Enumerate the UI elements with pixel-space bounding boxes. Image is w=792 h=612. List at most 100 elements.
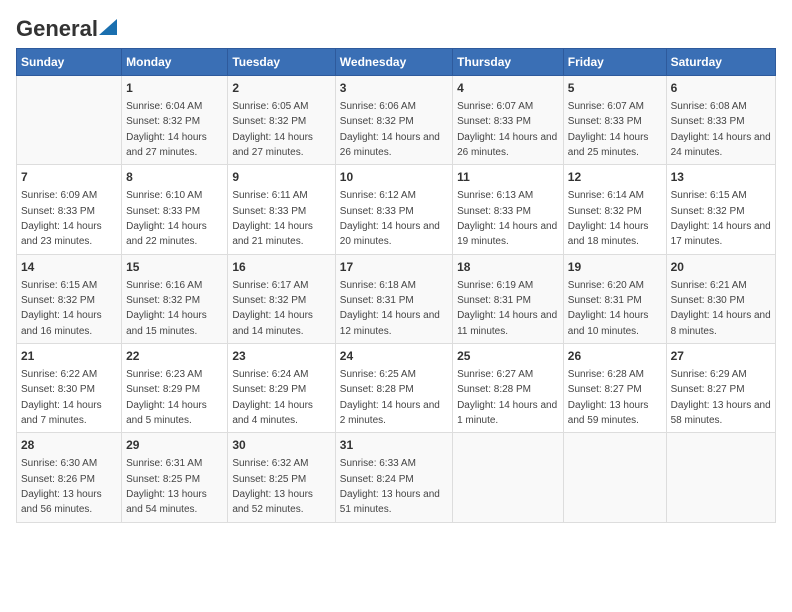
day-number: 17 [340,259,448,276]
calendar-cell: 18Sunrise: 6:19 AMSunset: 8:31 PMDayligh… [453,254,564,343]
calendar-cell: 5Sunrise: 6:07 AMSunset: 8:33 PMDaylight… [563,76,666,165]
calendar-cell: 8 Sunrise: 6:10 AMSunset: 8:33 PMDaylight… [122,165,228,254]
day-number: 9 [232,169,330,186]
calendar-cell: 14 Sunrise: 6:15 AMSunset: 8:32 PMDayligh… [17,254,122,343]
cell-info: Sunrise: 6:08 AMSunset: 8:33 PMDaylight:… [671,101,771,158]
cell-info: Sunrise: 6:17 AMSunset: 8:32 PMDaylight:… [232,280,313,337]
calendar-cell: 10 Sunrise: 6:12 AMSunset: 8:33 PMDayligh… [335,165,452,254]
header-friday: Friday [563,49,666,76]
week-row-4: 21 Sunrise: 6:22 AMSunset: 8:30 PMDayligh… [17,344,776,433]
week-row-3: 14 Sunrise: 6:15 AMSunset: 8:32 PMDayligh… [17,254,776,343]
calendar-cell: 9 Sunrise: 6:11 AMSunset: 8:33 PMDaylight… [228,165,335,254]
calendar-cell: 7 Sunrise: 6:09 AMSunset: 8:33 PMDaylight… [17,165,122,254]
calendar-cell: 15 Sunrise: 6:16 AMSunset: 8:32 PMDayligh… [122,254,228,343]
header-sunday: Sunday [17,49,122,76]
calendar-cell: 23Sunrise: 6:24 AMSunset: 8:29 PMDayligh… [228,344,335,433]
cell-info: Sunrise: 6:29 AMSunset: 8:27 PMDaylight:… [671,369,771,426]
cell-info: Sunrise: 6:15 AMSunset: 8:32 PMDaylight:… [21,280,102,337]
day-number: 26 [568,348,662,365]
cell-info: Sunrise: 6:22 AMSunset: 8:30 PMDaylight:… [21,369,102,426]
calendar-cell: 31Sunrise: 6:33 AMSunset: 8:24 PMDayligh… [335,433,452,522]
day-number: 29 [126,437,223,454]
calendar-cell: 26 Sunrise: 6:28 AMSunset: 8:27 PMDayligh… [563,344,666,433]
day-number: 8 [126,169,223,186]
day-number: 24 [340,348,448,365]
calendar-table: SundayMondayTuesdayWednesdayThursdayFrid… [16,48,776,523]
day-number: 15 [126,259,223,276]
logo-icon [99,19,117,35]
cell-info: Sunrise: 6:14 AMSunset: 8:32 PMDaylight:… [568,190,649,247]
cell-info: Sunrise: 6:09 AMSunset: 8:33 PMDaylight:… [21,190,102,247]
header-row: SundayMondayTuesdayWednesdayThursdayFrid… [17,49,776,76]
calendar-cell [453,433,564,522]
calendar-cell: 21 Sunrise: 6:22 AMSunset: 8:30 PMDayligh… [17,344,122,433]
day-number: 20 [671,259,771,276]
cell-info: Sunrise: 6:27 AMSunset: 8:28 PMDaylight:… [457,369,557,426]
cell-info: Sunrise: 6:18 AMSunset: 8:31 PMDaylight:… [340,280,440,337]
calendar-header: SundayMondayTuesdayWednesdayThursdayFrid… [17,49,776,76]
header-thursday: Thursday [453,49,564,76]
calendar-cell: 1Sunrise: 6:04 AMSunset: 8:32 PMDaylight… [122,76,228,165]
calendar-cell: 22Sunrise: 6:23 AMSunset: 8:29 PMDayligh… [122,344,228,433]
calendar-cell: 19Sunrise: 6:20 AMSunset: 8:31 PMDayligh… [563,254,666,343]
week-row-2: 7 Sunrise: 6:09 AMSunset: 8:33 PMDaylight… [17,165,776,254]
day-number: 16 [232,259,330,276]
cell-info: Sunrise: 6:30 AMSunset: 8:26 PMDaylight:… [21,458,102,515]
cell-info: Sunrise: 6:07 AMSunset: 8:33 PMDaylight:… [457,101,557,158]
cell-info: Sunrise: 6:10 AMSunset: 8:33 PMDaylight:… [126,190,207,247]
page-header: General [16,16,776,38]
calendar-cell: 16 Sunrise: 6:17 AMSunset: 8:32 PMDayligh… [228,254,335,343]
calendar-cell [666,433,775,522]
calendar-cell: 4 Sunrise: 6:07 AMSunset: 8:33 PMDaylight… [453,76,564,165]
calendar-cell: 12 Sunrise: 6:14 AMSunset: 8:32 PMDayligh… [563,165,666,254]
calendar-cell [563,433,666,522]
logo: General [16,16,117,38]
day-number: 12 [568,169,662,186]
header-tuesday: Tuesday [228,49,335,76]
cell-info: Sunrise: 6:15 AMSunset: 8:32 PMDaylight:… [671,190,771,247]
calendar-cell: 13 Sunrise: 6:15 AMSunset: 8:32 PMDayligh… [666,165,775,254]
week-row-5: 28 Sunrise: 6:30 AMSunset: 8:26 PMDayligh… [17,433,776,522]
day-number: 21 [21,348,117,365]
day-number: 4 [457,80,559,97]
day-number: 28 [21,437,117,454]
day-number: 30 [232,437,330,454]
day-number: 14 [21,259,117,276]
cell-info: Sunrise: 6:24 AMSunset: 8:29 PMDaylight:… [232,369,313,426]
day-number: 22 [126,348,223,365]
cell-info: Sunrise: 6:21 AMSunset: 8:30 PMDaylight:… [671,280,771,337]
cell-info: Sunrise: 6:20 AMSunset: 8:31 PMDaylight:… [568,280,649,337]
day-number: 11 [457,169,559,186]
header-saturday: Saturday [666,49,775,76]
cell-info: Sunrise: 6:12 AMSunset: 8:33 PMDaylight:… [340,190,440,247]
day-number: 13 [671,169,771,186]
cell-info: Sunrise: 6:05 AMSunset: 8:32 PMDaylight:… [232,101,313,158]
cell-info: Sunrise: 6:28 AMSunset: 8:27 PMDaylight:… [568,369,649,426]
header-monday: Monday [122,49,228,76]
day-number: 5 [568,80,662,97]
cell-info: Sunrise: 6:32 AMSunset: 8:25 PMDaylight:… [232,458,313,515]
day-number: 27 [671,348,771,365]
cell-info: Sunrise: 6:19 AMSunset: 8:31 PMDaylight:… [457,280,557,337]
calendar-cell: 25 Sunrise: 6:27 AMSunset: 8:28 PMDayligh… [453,344,564,433]
cell-info: Sunrise: 6:11 AMSunset: 8:33 PMDaylight:… [232,190,313,247]
calendar-cell: 24Sunrise: 6:25 AMSunset: 8:28 PMDayligh… [335,344,452,433]
calendar-cell: 28 Sunrise: 6:30 AMSunset: 8:26 PMDayligh… [17,433,122,522]
header-wednesday: Wednesday [335,49,452,76]
day-number: 10 [340,169,448,186]
day-number: 25 [457,348,559,365]
calendar-cell: 30 Sunrise: 6:32 AMSunset: 8:25 PMDayligh… [228,433,335,522]
week-row-1: 1Sunrise: 6:04 AMSunset: 8:32 PMDaylight… [17,76,776,165]
day-number: 7 [21,169,117,186]
calendar-body: 1Sunrise: 6:04 AMSunset: 8:32 PMDaylight… [17,76,776,523]
cell-info: Sunrise: 6:16 AMSunset: 8:32 PMDaylight:… [126,280,207,337]
day-number: 6 [671,80,771,97]
calendar-cell: 2Sunrise: 6:05 AMSunset: 8:32 PMDaylight… [228,76,335,165]
calendar-cell: 6 Sunrise: 6:08 AMSunset: 8:33 PMDaylight… [666,76,775,165]
calendar-cell: 29Sunrise: 6:31 AMSunset: 8:25 PMDayligh… [122,433,228,522]
calendar-cell: 3Sunrise: 6:06 AMSunset: 8:32 PMDaylight… [335,76,452,165]
logo-general: General [16,16,98,42]
cell-info: Sunrise: 6:06 AMSunset: 8:32 PMDaylight:… [340,101,440,158]
cell-info: Sunrise: 6:33 AMSunset: 8:24 PMDaylight:… [340,458,440,515]
cell-info: Sunrise: 6:04 AMSunset: 8:32 PMDaylight:… [126,101,207,158]
